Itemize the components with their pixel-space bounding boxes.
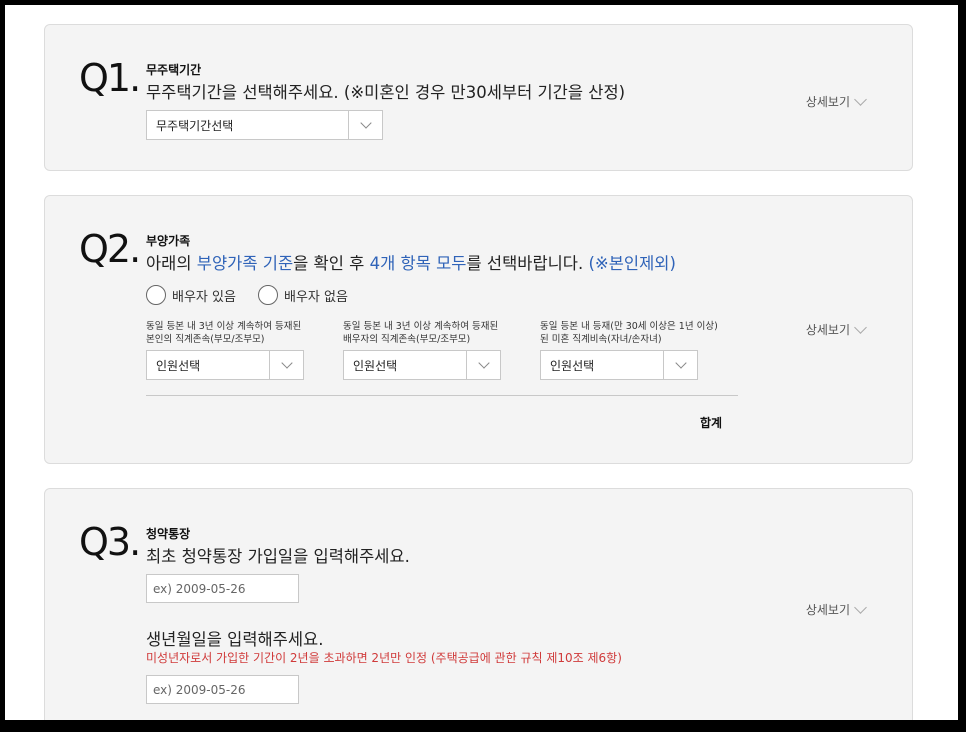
group2-count-select[interactable]: 인원선택 <box>343 350 501 380</box>
q1-category: 무주택기간 <box>146 63 202 77</box>
group2-label-line1: 동일 등본 내 3년 이상 계속하여 등재된 <box>343 321 499 332</box>
q1-question: 무주택기간을 선택해주세요. (※미혼인 경우 만30세부터 기간을 산정) <box>146 83 626 102</box>
chevron-down-icon <box>854 321 867 334</box>
chevron-down-icon <box>466 351 500 379</box>
q1-period-select[interactable]: 무주택기간선택 <box>146 110 383 140</box>
q1-select-value: 무주택기간선택 <box>156 118 234 133</box>
q1-card: Q1. 무주택기간 무주택기간을 선택해주세요. (※미혼인 경우 만30세부터… <box>44 24 913 171</box>
q2-question-note: (※본인제외) <box>588 254 676 273</box>
chevron-down-icon <box>854 93 867 106</box>
q3-number-text: Q3 <box>79 520 131 564</box>
q2-question-emphasis: 4개 항목 모두 <box>369 254 467 273</box>
q3-card: Q3. 청약통장 최초 청약통장 가입일을 입력해주세요. ex) 2009-0… <box>44 488 913 720</box>
radio-spouse-no[interactable]: 배우자 없음 <box>258 285 348 305</box>
q2-number: Q2. <box>79 227 141 271</box>
chevron-down-icon <box>854 601 867 614</box>
group3-label: 동일 등본 내 등재(만 30세 이상은 1년 이상) 된 미혼 직계비속(자녀… <box>540 320 718 346</box>
radio-circle <box>258 285 278 305</box>
total-label: 합계 <box>700 416 723 430</box>
group1-label-line2: 본인의 직계존속(부모/조부모) <box>146 334 265 345</box>
group3-label-line1: 동일 등본 내 등재(만 30세 이상은 1년 이상) <box>540 321 718 332</box>
divider <box>146 395 738 396</box>
group1-label-line1: 동일 등본 내 3년 이상 계속하여 등재된 <box>146 321 302 332</box>
detail-label: 상세보기 <box>805 603 850 617</box>
q3-note: 미성년자로서 가입한 기간이 2년을 초과하면 2년만 인정 (주택공급에 관한… <box>146 651 622 665</box>
q2-question-mid: 을 확인 후 <box>293 254 370 273</box>
birthdate-input[interactable]: ex) 2009-05-26 <box>146 675 299 704</box>
radio-circle <box>146 285 166 305</box>
q2-detail-button[interactable]: 상세보기 <box>805 321 867 338</box>
q2-question-post: 를 선택바랍니다. <box>466 254 589 273</box>
q3-number: Q3. <box>79 520 141 564</box>
chevron-down-icon <box>348 111 382 139</box>
group2-label: 동일 등본 내 3년 이상 계속하여 등재된 배우자의 직계존속(부모/조부모) <box>343 320 498 346</box>
chevron-down-icon <box>269 351 303 379</box>
q3-category: 청약통장 <box>146 527 191 541</box>
group3-label-line2: 된 미혼 직계비속(자녀/손자녀) <box>540 334 662 345</box>
chevron-down-icon <box>663 351 697 379</box>
q3-question2: 생년월일을 입력해주세요. <box>146 630 324 649</box>
q2-question: 아래의 부양가족 기준을 확인 후 4개 항목 모두를 선택바랍니다. (※본인… <box>146 250 676 274</box>
q2-number-text: Q2 <box>79 227 131 271</box>
radio-spouse-no-label: 배우자 없음 <box>284 289 348 305</box>
group3-select-value: 인원선택 <box>550 358 595 373</box>
subscription-date-input[interactable]: ex) 2009-05-26 <box>146 574 299 603</box>
page: Q1. 무주택기간 무주택기간을 선택해주세요. (※미혼인 경우 만30세부터… <box>5 5 958 720</box>
detail-label: 상세보기 <box>805 95 850 109</box>
group1-label: 동일 등본 내 3년 이상 계속하여 등재된 본인의 직계존속(부모/조부모) <box>146 320 301 346</box>
q2-category: 부양가족 <box>146 234 191 248</box>
dependent-criteria-link[interactable]: 부양가족 기준 <box>197 254 293 273</box>
group2-label-line2: 배우자의 직계존속(부모/조부모) <box>343 334 471 345</box>
q2-card: Q2. 부양가족 아래의 부양가족 기준을 확인 후 4개 항목 모두를 선택바… <box>44 195 913 464</box>
q3-question: 최초 청약통장 가입일을 입력해주세요. <box>146 547 410 566</box>
group3-count-select[interactable]: 인원선택 <box>540 350 698 380</box>
q1-number-text: Q1 <box>79 56 131 100</box>
radio-spouse-yes-label: 배우자 있음 <box>172 289 236 305</box>
group1-count-select[interactable]: 인원선택 <box>146 350 304 380</box>
q2-question-pre: 아래의 <box>146 254 197 273</box>
detail-label: 상세보기 <box>805 323 850 337</box>
group1-select-value: 인원선택 <box>156 358 201 373</box>
group2-select-value: 인원선택 <box>353 358 398 373</box>
radio-spouse-yes[interactable]: 배우자 있음 <box>146 285 236 305</box>
q3-detail-button[interactable]: 상세보기 <box>805 601 867 618</box>
q1-detail-button[interactable]: 상세보기 <box>805 93 867 110</box>
q1-number: Q1. <box>79 56 141 100</box>
